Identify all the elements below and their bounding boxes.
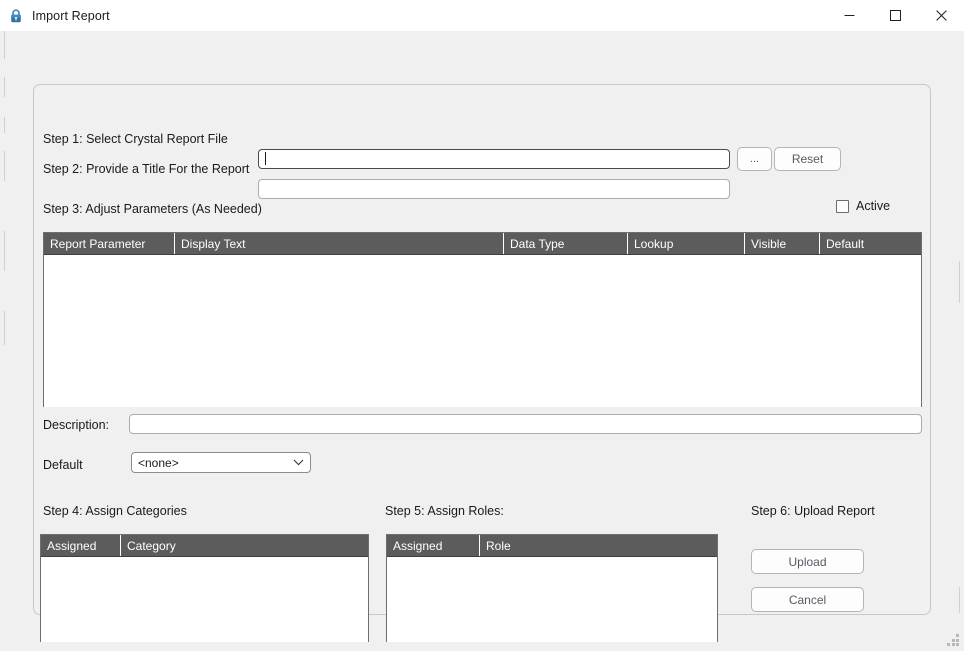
window-edge-line [4, 311, 5, 345]
window-edge-line [959, 261, 960, 303]
description-label: Description: [43, 418, 109, 432]
text-caret [265, 152, 266, 165]
minimize-icon [844, 15, 854, 16]
categories-grid-body[interactable] [41, 557, 368, 642]
window-edge-line [4, 151, 5, 181]
lock-icon [8, 8, 24, 24]
window-edge-line [959, 587, 960, 613]
close-button[interactable] [918, 0, 964, 31]
client-area: Step 1: Select Crystal Report File ... R… [0, 31, 964, 651]
column-header-default[interactable]: Default [820, 233, 921, 254]
report-title-input[interactable] [258, 179, 730, 199]
default-label: Default [43, 458, 83, 472]
title-bar: Import Report [0, 0, 964, 32]
column-header-category[interactable]: Category [121, 535, 368, 556]
roles-grid-header: Assigned Role [387, 535, 717, 557]
close-icon [935, 10, 947, 21]
categories-grid-header: Assigned Category [41, 535, 368, 557]
window-edge-line [4, 117, 5, 133]
column-header-visible[interactable]: Visible [745, 233, 820, 254]
window-edge-line [4, 231, 5, 271]
resize-grip[interactable] [947, 634, 960, 647]
step4-label: Step 4: Assign Categories [43, 504, 187, 518]
description-input[interactable] [129, 414, 922, 434]
parameters-grid-header: Report Parameter Display Text Data Type … [44, 233, 921, 255]
step3-label: Step 3: Adjust Parameters (As Needed) [43, 202, 262, 216]
column-header-role[interactable]: Role [480, 535, 717, 556]
step2-label: Step 2: Provide a Title For the Report [43, 162, 250, 176]
step6-label: Step 6: Upload Report [751, 504, 875, 518]
reset-button[interactable]: Reset [774, 147, 841, 171]
cancel-button[interactable]: Cancel [751, 587, 864, 612]
parameters-grid-body[interactable] [44, 255, 921, 407]
title-bar-left: Import Report [0, 8, 110, 24]
maximize-button[interactable] [872, 0, 918, 31]
active-checkbox-label: Active [856, 199, 891, 213]
column-header-report-parameter[interactable]: Report Parameter [44, 233, 175, 254]
active-checkbox[interactable] [836, 199, 849, 213]
roles-grid-body[interactable] [387, 557, 717, 642]
default-value-dropdown[interactable]: <none> [131, 452, 311, 473]
window-title: Import Report [32, 8, 110, 23]
column-header-data-type[interactable]: Data Type [504, 233, 628, 254]
active-checkbox-row[interactable]: Active [836, 199, 890, 213]
upload-button[interactable]: Upload [751, 549, 864, 574]
maximize-icon [889, 10, 901, 21]
column-header-category-assigned[interactable]: Assigned [41, 535, 121, 556]
column-header-lookup[interactable]: Lookup [628, 233, 745, 254]
import-report-panel: Step 1: Select Crystal Report File ... R… [33, 84, 931, 642]
column-header-role-assigned[interactable]: Assigned [387, 535, 480, 556]
window-controls [826, 0, 964, 31]
chevron-down-icon [293, 459, 304, 466]
categories-grid[interactable]: Assigned Category [40, 534, 369, 642]
parameters-grid[interactable]: Report Parameter Display Text Data Type … [43, 232, 922, 407]
step1-label: Step 1: Select Crystal Report File [43, 132, 228, 146]
step5-label: Step 5: Assign Roles: [385, 504, 504, 518]
column-header-display-text[interactable]: Display Text [175, 233, 504, 254]
crystal-report-file-input[interactable] [258, 149, 730, 169]
minimize-button[interactable] [826, 0, 872, 31]
browse-file-button[interactable]: ... [737, 147, 772, 171]
default-value-selected: <none> [138, 455, 179, 470]
window-edge-line [4, 77, 5, 97]
roles-grid[interactable]: Assigned Role [386, 534, 718, 642]
window-edge-line [4, 31, 5, 59]
